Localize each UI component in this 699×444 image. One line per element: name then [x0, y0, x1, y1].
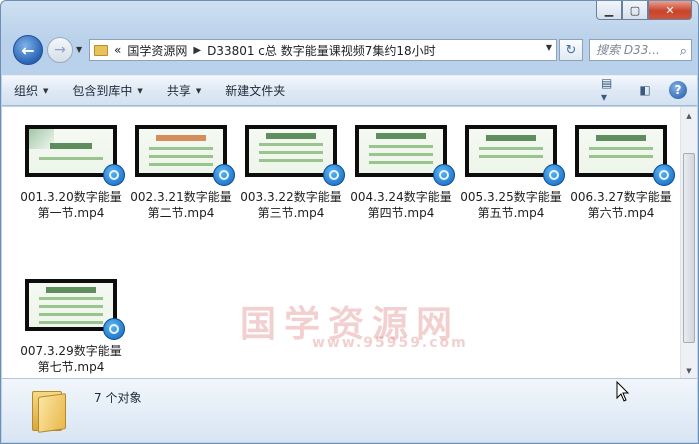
address-dropdown-icon[interactable]: ▼ — [546, 43, 552, 52]
recent-pages-dropdown[interactable]: ▼ — [76, 45, 82, 54]
share-menu[interactable]: 共享 ▼ — [155, 76, 213, 105]
breadcrumb-item-root[interactable]: 国学资源网 — [127, 42, 187, 59]
caption-buttons: ▁ ▢ ✕ — [596, 1, 692, 20]
media-player-icon — [543, 164, 565, 186]
close-button[interactable]: ✕ — [648, 1, 692, 20]
organize-label: 组织 — [14, 84, 39, 98]
refresh-icon: ↻ — [565, 42, 577, 58]
folder-icon — [30, 387, 66, 433]
explorer-window: ▁ ▢ ✕ ← → ▼ « 国学资源网 ▶ D33801 c总 数字能量课视频7… — [0, 0, 699, 444]
close-icon: ✕ — [665, 3, 675, 17]
maximize-button[interactable]: ▢ — [622, 1, 648, 20]
chevron-down-icon: ▼ — [137, 86, 143, 95]
file-item[interactable]: 007.3.29数字能量第七节.mp4 — [16, 279, 126, 375]
preview-pane-button[interactable]: ◧ — [635, 80, 655, 100]
video-thumbnail — [25, 279, 125, 340]
change-view-button[interactable]: ▤ ▾ — [601, 76, 621, 104]
forward-button[interactable]: → — [47, 37, 73, 63]
video-thumbnail — [135, 125, 235, 186]
chevron-down-icon: ▼ — [43, 86, 49, 95]
media-player-icon — [323, 164, 345, 186]
file-item[interactable]: 006.3.27数字能量第六节.mp4 — [566, 125, 676, 221]
preview-pane-icon: ◧ — [639, 83, 651, 97]
media-player-icon — [653, 164, 675, 186]
arrow-left-icon: ← — [21, 40, 35, 60]
video-thumbnail — [575, 125, 675, 186]
folder-icon — [94, 44, 108, 56]
help-button[interactable]: ? — [669, 81, 687, 99]
include-in-library-menu[interactable]: 包含到库中 ▼ — [60, 76, 154, 105]
media-player-icon — [103, 164, 125, 186]
file-name: 001.3.20数字能量第一节.mp4 — [20, 190, 122, 220]
breadcrumb-separator-icon[interactable]: ▶ — [193, 45, 201, 56]
maximize-icon: ▢ — [629, 3, 641, 17]
new-folder-button[interactable]: 新建文件夹 — [213, 76, 297, 105]
scroll-up-icon[interactable]: ▲ — [681, 107, 697, 124]
file-item[interactable]: 002.3.21数字能量第二节.mp4 — [126, 125, 236, 221]
include-in-library-label: 包含到库中 — [72, 84, 133, 98]
file-name: 005.3.25数字能量第五节.mp4 — [460, 190, 562, 220]
search-input[interactable]: 搜索 D33... ⌕ — [589, 39, 692, 61]
watermark-url: www.95959.com — [312, 335, 468, 351]
file-item[interactable]: 005.3.25数字能量第五节.mp4 — [456, 125, 566, 221]
file-name: 007.3.29数字能量第七节.mp4 — [20, 344, 122, 374]
chevron-down-icon: ▼ — [76, 45, 83, 54]
details-pane: 7 个对象 — [2, 378, 697, 442]
file-item[interactable]: 001.3.20数字能量第一节.mp4 — [16, 125, 126, 221]
command-bar: 组织 ▼ 包含到库中 ▼ 共享 ▼ 新建文件夹 ▤ ▾ ◧ ? — [2, 75, 697, 106]
file-name: 003.3.22数字能量第三节.mp4 — [240, 190, 342, 220]
file-list[interactable]: 001.3.20数字能量第一节.mp4 002.3.21数字能量第二节.mp4 … — [2, 107, 680, 379]
scroll-down-icon[interactable]: ▼ — [681, 362, 697, 379]
mouse-cursor-icon — [616, 381, 630, 402]
address-bar[interactable]: « 国学资源网 ▶ D33801 c总 数字能量课视频7集约18小时 ▼ — [89, 39, 557, 61]
video-thumbnail — [245, 125, 345, 186]
address-overflow[interactable]: « — [114, 43, 121, 57]
file-name: 004.3.24数字能量第四节.mp4 — [350, 190, 452, 220]
refresh-button[interactable]: ↻ — [559, 39, 583, 61]
media-player-icon — [213, 164, 235, 186]
view-icon: ▤ ▾ — [601, 76, 613, 104]
search-icon[interactable]: ⌕ — [680, 42, 687, 60]
vertical-scrollbar[interactable]: ▲ ▼ — [680, 107, 697, 379]
video-thumbnail — [465, 125, 565, 186]
navigation-row: ← → ▼ « 国学资源网 ▶ D33801 c总 数字能量课视频7集约18小时… — [9, 33, 692, 65]
video-thumbnail — [25, 125, 125, 186]
minimize-icon: ▁ — [604, 3, 614, 17]
file-name: 002.3.21数字能量第二节.mp4 — [130, 190, 232, 220]
help-icon: ? — [674, 83, 682, 97]
organize-menu[interactable]: 组织 ▼ — [2, 76, 60, 105]
arrow-right-icon: → — [54, 42, 66, 58]
file-name: 006.3.27数字能量第六节.mp4 — [570, 190, 672, 220]
file-item[interactable]: 004.3.24数字能量第四节.mp4 — [346, 125, 456, 221]
file-item[interactable]: 003.3.22数字能量第三节.mp4 — [236, 125, 346, 221]
media-player-icon — [433, 164, 455, 186]
video-thumbnail — [355, 125, 455, 186]
breadcrumb-item-current[interactable]: D33801 c总 数字能量课视频7集约18小时 — [207, 42, 436, 59]
toolbar-right: ▤ ▾ ◧ ? — [601, 76, 687, 104]
minimize-button[interactable]: ▁ — [596, 1, 622, 20]
item-count: 7 个对象 — [94, 391, 142, 405]
share-label: 共享 — [166, 84, 191, 98]
chevron-down-icon: ▼ — [195, 86, 202, 95]
scroll-thumb[interactable] — [683, 153, 695, 343]
media-player-icon — [103, 318, 125, 340]
search-placeholder: 搜索 D33... — [596, 43, 660, 57]
new-folder-label: 新建文件夹 — [225, 84, 286, 98]
back-button[interactable]: ← — [13, 35, 43, 65]
